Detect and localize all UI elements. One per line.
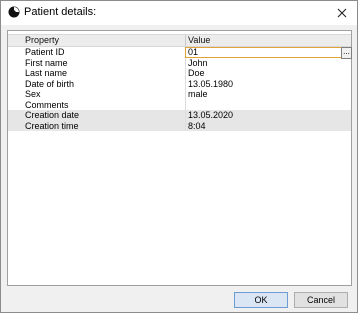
property-label: Sex — [25, 89, 41, 99]
property-value: 8:04 — [188, 120, 206, 131]
row-patient-id[interactable]: Patient ID 01 ... — [8, 47, 352, 59]
property-label: Creation time — [25, 120, 79, 131]
cancel-button[interactable]: Cancel — [294, 292, 348, 308]
close-icon — [337, 8, 347, 18]
column-separator — [185, 57, 186, 68]
column-separator — [185, 78, 186, 89]
title-bar: Patient details: — [1, 1, 357, 25]
close-button[interactable] — [327, 1, 357, 25]
patient-id-input[interactable] — [185, 47, 342, 58]
row-creation-date: Creation date 13.05.2020 — [8, 110, 351, 121]
row-sex[interactable]: Sex male — [8, 89, 351, 100]
property-label: First name — [25, 57, 68, 68]
app-icon — [8, 6, 20, 18]
property-label: Last name — [25, 68, 68, 78]
property-value: 13.05.2020 — [188, 110, 234, 120]
row-first-name[interactable]: First name John — [8, 57, 351, 69]
window-title: Patient details: — [24, 6, 97, 18]
column-separator — [185, 120, 186, 131]
ok-button[interactable]: OK — [234, 292, 288, 308]
property-value[interactable]: male — [188, 89, 208, 100]
property-label: Comments — [25, 99, 69, 110]
header-property: Property — [25, 35, 60, 45]
property-value[interactable]: John — [188, 58, 208, 69]
property-value[interactable]: Doe — [188, 68, 205, 79]
grid-rows: Patient ID 01 ... First name John Last n… — [8, 47, 352, 131]
header-value: Value — [188, 35, 211, 45]
property-label: Patient ID — [25, 47, 65, 57]
column-separator — [185, 99, 186, 110]
row-comments[interactable]: Comments — [8, 99, 351, 110]
header-separator[interactable] — [185, 35, 186, 46]
row-creation-time: Creation time 8:04 — [8, 120, 351, 131]
property-value[interactable]: 13.05.1980 — [188, 79, 233, 90]
property-value[interactable]: 01 — [188, 47, 198, 58]
property-label: Date of birth — [25, 78, 75, 89]
column-separator — [185, 110, 186, 121]
grid-header: Property Value — [8, 34, 351, 47]
property-label: Creation date — [25, 110, 80, 120]
column-separator — [185, 68, 186, 79]
patient-details-dialog: Patient details: Property Value Patient … — [0, 0, 358, 313]
ellipsis-button[interactable]: ... — [341, 47, 352, 59]
row-last-name[interactable]: Last name Doe — [8, 68, 351, 79]
property-grid-panel: Property Value Patient ID 01 ... First n… — [7, 30, 352, 286]
row-date-of-birth[interactable]: Date of birth 13.05.1980 — [8, 78, 351, 90]
column-separator — [185, 89, 186, 100]
